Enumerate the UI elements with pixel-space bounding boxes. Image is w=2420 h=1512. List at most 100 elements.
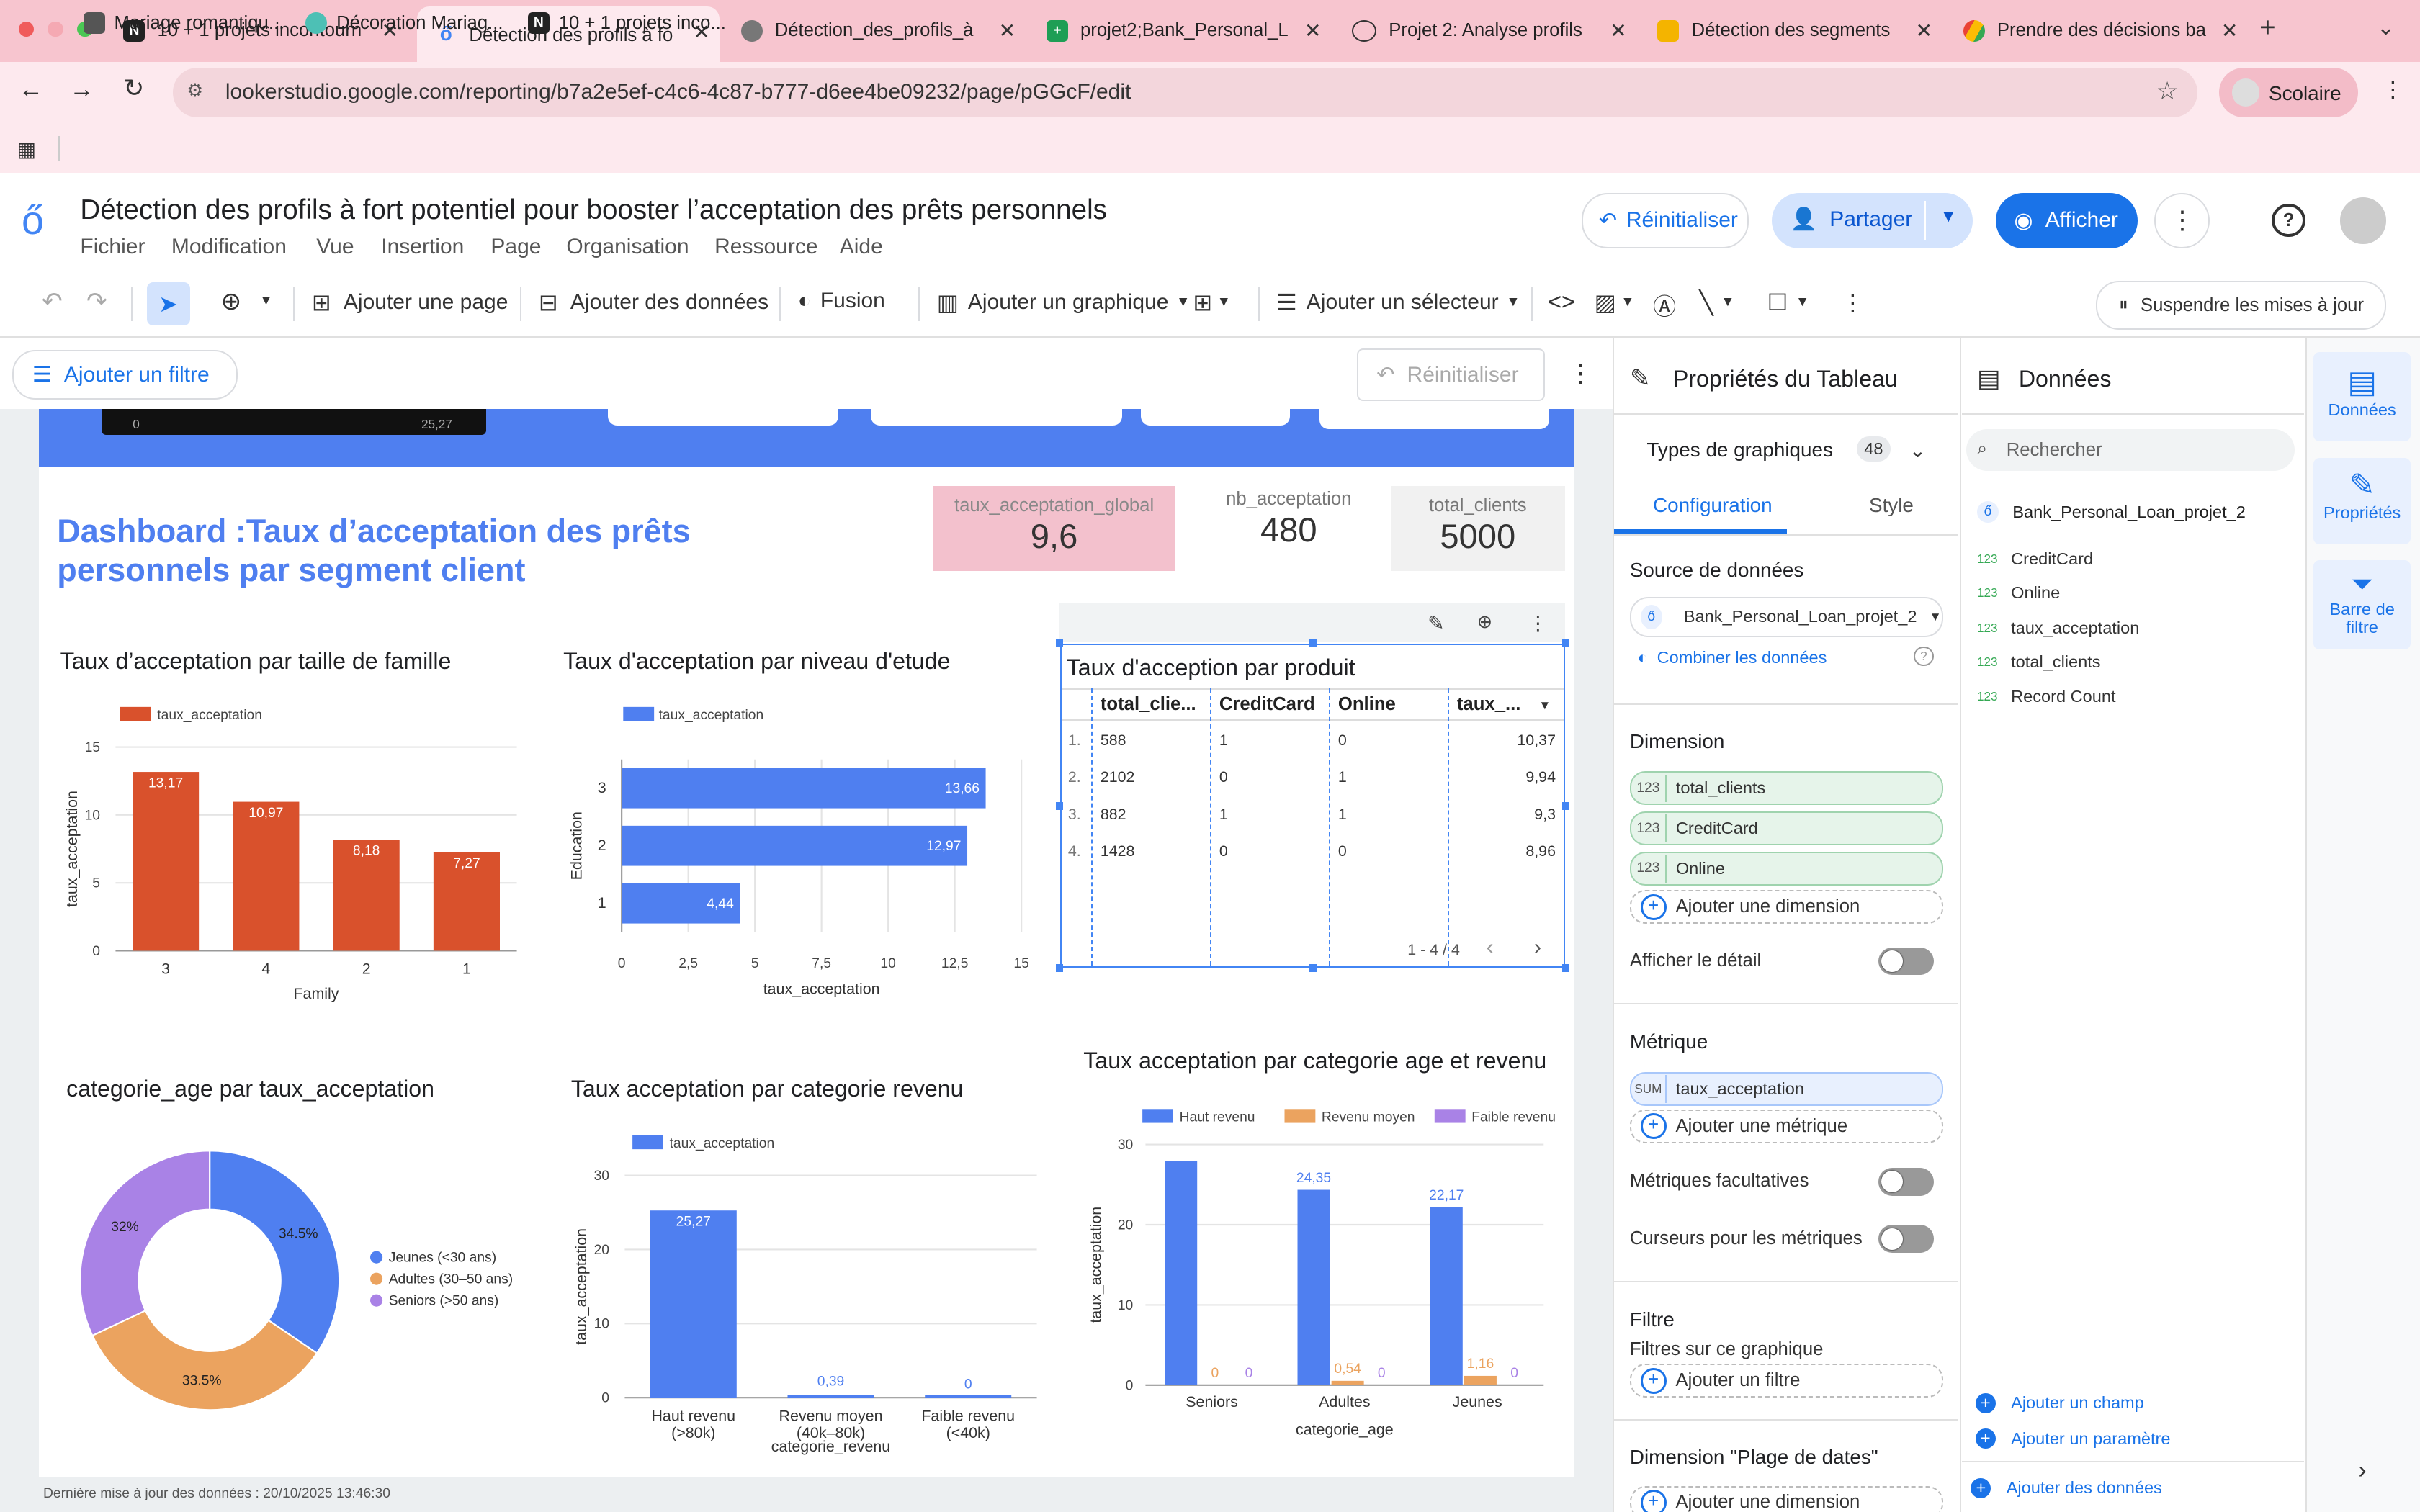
band-control-1[interactable] <box>608 408 838 426</box>
add-metric-button[interactable]: + Ajouter une métrique <box>1629 1109 1943 1143</box>
collapse-chevron-icon[interactable]: › <box>2358 1457 2366 1485</box>
browser-tab[interactable]: + projet2;Bank_Personal_L ✕ <box>1028 9 1330 53</box>
browser-tab[interactable]: Détection_des_profils_à ✕ <box>722 9 1025 53</box>
add-chart-filter-button[interactable]: + Ajouter un filtre <box>1629 1364 1943 1398</box>
metric-sliders-toggle[interactable] <box>1878 1225 1934 1253</box>
add-control-button[interactable]: ☰ Ajouter un sélecteur ▼ <box>1276 289 1520 316</box>
field-item[interactable]: 123 taux_acceptation <box>1977 618 2139 638</box>
menu-fichier[interactable]: Fichier <box>80 235 145 259</box>
select-pointer-icon[interactable]: ➤ <box>146 282 190 326</box>
kpi-card[interactable]: nb_acceptation 480 <box>1198 483 1380 560</box>
browser-tab[interactable]: Projet 2: Analyse profils ✕ <box>1333 9 1636 53</box>
dimension-chip[interactable]: 123 Online <box>1629 851 1943 886</box>
resize-handle[interactable] <box>1055 802 1064 810</box>
field-item[interactable]: 123 Record Count <box>1977 687 2116 706</box>
resize-handle[interactable] <box>1561 639 1570 647</box>
back-arrow-icon[interactable]: ← <box>19 76 43 104</box>
looker-studio-logo-icon[interactable]: ő <box>22 197 44 243</box>
forward-arrow-icon[interactable]: → <box>69 76 94 104</box>
add-data-link[interactable]: + Ajouter des données <box>1971 1477 2162 1498</box>
add-page-button[interactable]: ⊞ Ajouter une page <box>312 289 508 316</box>
share-dropdown-icon[interactable]: ▼ <box>1940 207 1957 226</box>
embed-code-icon[interactable]: <> <box>1548 289 1575 315</box>
bookmark-item[interactable]: N 10 + 1 projets inco... <box>527 12 726 35</box>
dimension-chip[interactable]: 123 CreditCard <box>1629 811 1943 845</box>
chart-title[interactable]: Taux d’acceptation par taille de famille <box>60 648 452 675</box>
zoom-icon[interactable]: ⊕ <box>220 287 241 316</box>
band-control-2[interactable] <box>870 408 1122 426</box>
menu-ressource[interactable]: Ressource <box>714 235 817 259</box>
close-tab-icon[interactable]: ✕ <box>1610 19 1626 42</box>
image-button[interactable]: ▨ ▼ <box>1595 289 1635 316</box>
filterbar-more-icon[interactable]: ⋮ <box>1568 359 1592 388</box>
site-info-icon[interactable]: ⚙ <box>187 80 203 102</box>
menu-vue[interactable]: Vue <box>316 235 354 259</box>
menu-aide[interactable]: Aide <box>840 235 883 259</box>
pause-updates-button[interactable]: ⏸ Suspendre les mises à jour <box>2096 281 2386 330</box>
chart-more-icon[interactable]: ⋮ <box>1528 611 1548 635</box>
menu-organisation[interactable]: Organisation <box>566 235 689 259</box>
add-field-button[interactable]: + Ajouter un champ <box>1975 1392 2144 1413</box>
browser-tab[interactable]: Détection des segments ✕ <box>1639 9 1942 53</box>
shape-button[interactable]: ☐ ▼ <box>1767 289 1810 316</box>
blend-data-link[interactable]: ◐ Combiner les données <box>1638 648 1827 667</box>
zoom-dropdown-icon[interactable]: ▼ <box>259 293 273 309</box>
age-donut-chart[interactable]: 34.5% 33.5% 32% Jeunes (<30 ans) Adultes (30… <box>46 1126 540 1435</box>
next-page-icon[interactable]: › <box>1534 935 1541 960</box>
filterbar-reset-button[interactable]: ↶ Réinitialiser <box>1356 348 1545 401</box>
edit-pencil-icon[interactable]: ✎ <box>1428 611 1444 635</box>
metric-chip[interactable]: SUM taux_acceptation <box>1629 1072 1943 1107</box>
family-bar-chart[interactable]: taux_acceptation 0 5 10 15 13,17 3 10,97 4 8,18 2 7… <box>46 698 540 1014</box>
close-tab-icon[interactable]: ✕ <box>1916 19 1932 42</box>
reset-button[interactable]: ↶ Réinitialiser <box>1582 192 1749 248</box>
close-tab-icon[interactable]: ✕ <box>999 19 1016 42</box>
blend-button[interactable]: ◐ Fusion <box>798 289 885 313</box>
data-source-select[interactable]: ő Bank_Personal_Loan_projet_2 ▼ <box>1629 597 1943 637</box>
rail-properties-button[interactable]: ✎ Propriétés <box>2313 458 2411 545</box>
kpi-card[interactable]: taux_acceptation_global 9,6 <box>933 486 1175 571</box>
window-minimize-button[interactable] <box>48 22 63 37</box>
more-tools-icon[interactable]: ⋮ <box>1841 289 1864 316</box>
close-tab-icon[interactable]: ✕ <box>2221 19 2238 42</box>
education-bar-chart[interactable]: taux_acceptation0 2,5 5 7,5 10 12,5 1513,66312… <box>555 698 1049 1014</box>
chart-types-label[interactable]: Types de graphiques <box>1646 438 1833 462</box>
redo-icon[interactable]: ↷ <box>86 287 107 316</box>
chart-title[interactable]: Taux acceptation par categorie revenu <box>571 1076 964 1102</box>
add-data-button[interactable]: ⊟ Ajouter des données <box>539 289 768 316</box>
resize-handle[interactable] <box>1309 639 1317 647</box>
menu-page[interactable]: Page <box>490 235 541 259</box>
undo-icon[interactable]: ↶ <box>42 287 63 316</box>
chart-title[interactable]: categorie_age par taux_acceptation <box>66 1076 434 1102</box>
band-control-4[interactable] <box>1319 408 1550 429</box>
tab-search-chevron-icon[interactable]: ⌄ <box>2377 15 2395 40</box>
table-header-cell[interactable]: taux_... <box>1457 694 1521 715</box>
report-title[interactable]: Détection des profils à fort potentiel p… <box>80 194 1107 226</box>
sort-desc-icon[interactable]: ▼ <box>1538 698 1551 713</box>
bookmark-item[interactable]: Mariage romantiqu... <box>83 12 284 35</box>
apps-grid-icon[interactable]: ▦ <box>17 138 36 161</box>
community-viz-button[interactable]: ⊞ ▼ <box>1193 289 1230 316</box>
table-header-cell[interactable]: total_clie... <box>1101 694 1196 715</box>
optional-metrics-toggle[interactable] <box>1878 1168 1934 1196</box>
new-tab-icon[interactable]: + <box>2259 12 2276 44</box>
field-item[interactable]: 123 Online <box>1977 583 2060 603</box>
help-icon[interactable]: ? <box>1914 646 1934 667</box>
chart-title[interactable]: Taux acceptation par categorie age et re… <box>1083 1048 1546 1074</box>
resize-handle[interactable] <box>1561 802 1570 810</box>
menu-modification[interactable]: Modification <box>171 235 287 259</box>
field-item[interactable]: 123 CreditCard <box>1977 549 2093 569</box>
line-button[interactable]: ╲ ▼ <box>1699 289 1734 316</box>
add-parameter-button[interactable]: + Ajouter un paramètre <box>1975 1428 2170 1449</box>
browser-menu-icon[interactable]: ⋮ <box>2381 76 2404 103</box>
share-button[interactable]: 👤 Partager <box>1791 207 1913 232</box>
table-header-cell[interactable]: CreditCard <box>1219 694 1315 715</box>
more-options-icon[interactable]: ⋮ <box>2154 192 2210 248</box>
menu-insertion[interactable]: Insertion <box>381 235 464 259</box>
tab-configuration[interactable]: Configuration <box>1653 494 1773 517</box>
add-chart-button[interactable]: ▥ Ajouter un graphique ▼ <box>937 289 1191 316</box>
rail-data-button[interactable]: ▤ Données <box>2313 351 2411 441</box>
tab-style[interactable]: Style <box>1869 494 1914 517</box>
zoom-in-icon[interactable]: ⊕ <box>1477 611 1493 633</box>
kpi-card[interactable]: total_clients 5000 <box>1390 486 1565 571</box>
browser-tab[interactable]: Prendre des décisions ba ✕ <box>1945 9 2247 53</box>
